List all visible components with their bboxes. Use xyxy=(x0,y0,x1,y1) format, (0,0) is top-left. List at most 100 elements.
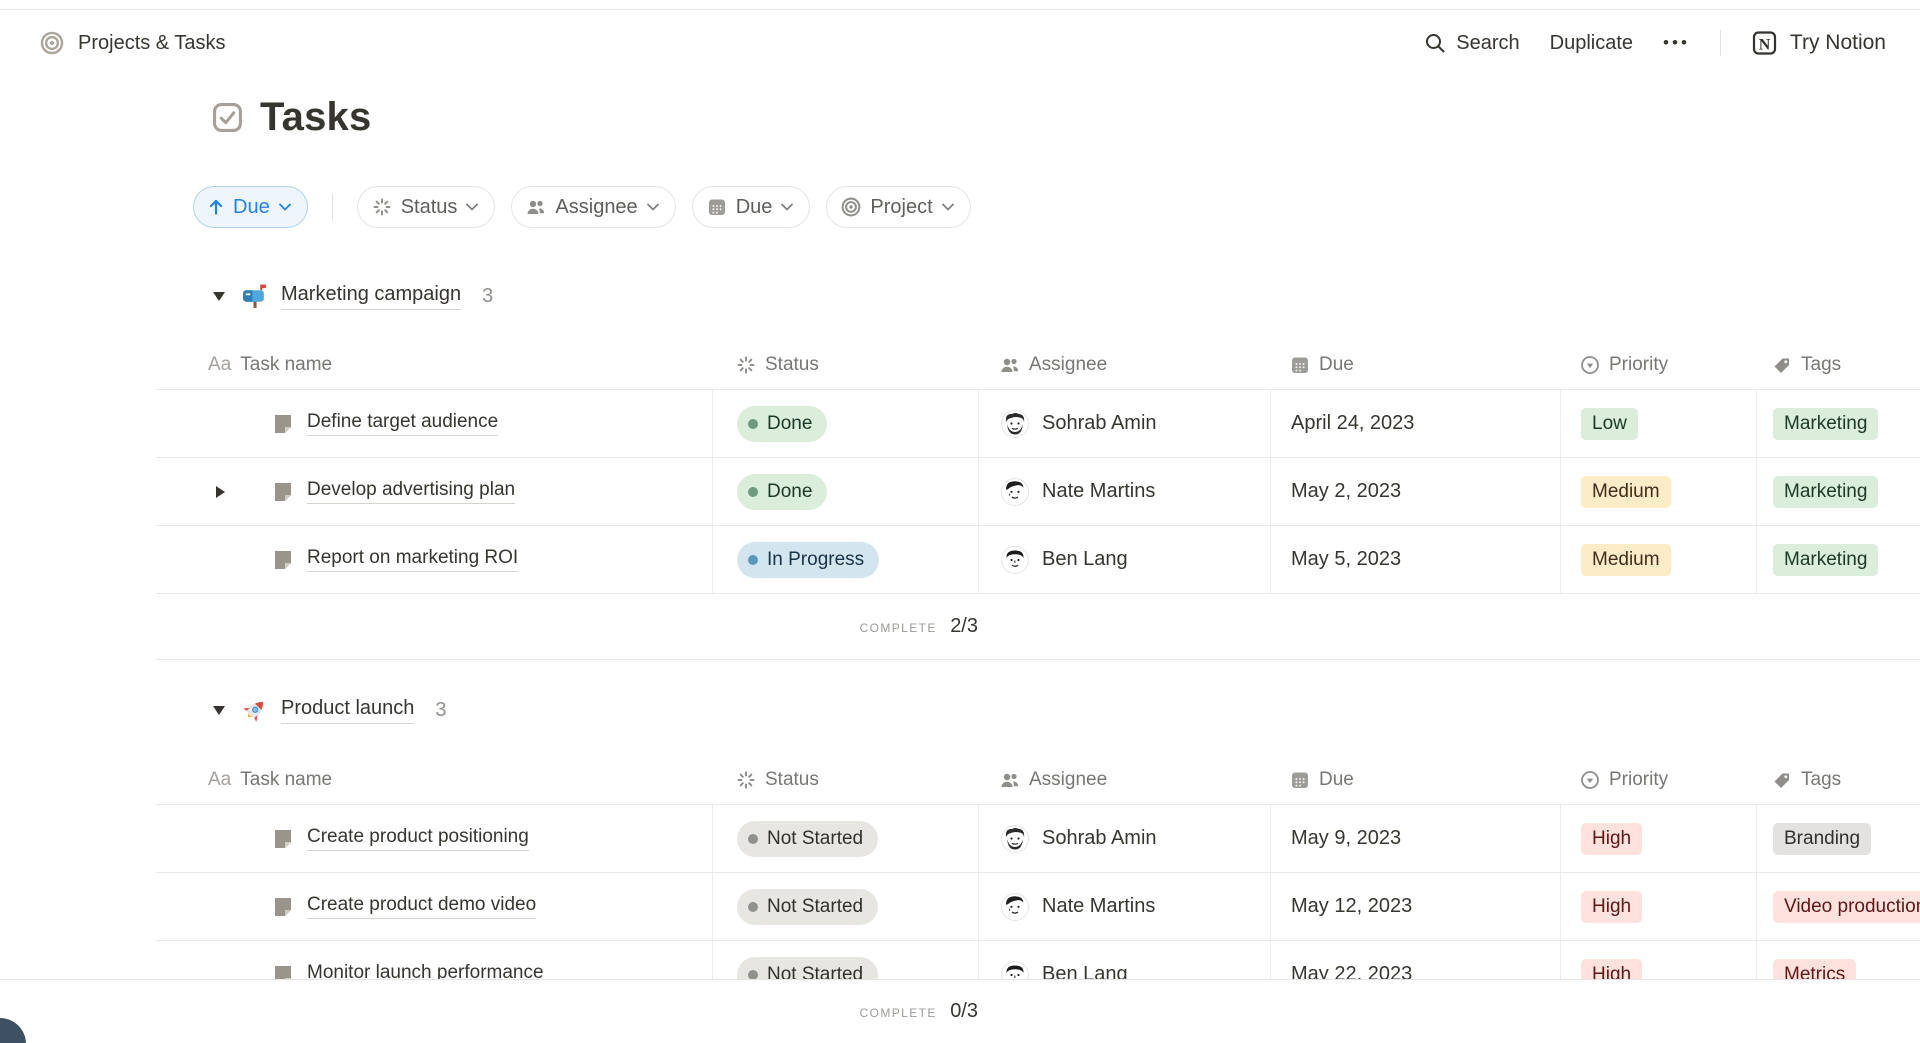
filter-assignee-pill[interactable]: Assignee xyxy=(511,186,675,228)
tag-icon xyxy=(1772,770,1792,790)
target-icon xyxy=(841,197,861,217)
table-row[interactable]: Define target audience Done Sohrab Amin … xyxy=(156,390,1920,458)
mailbox-emoji xyxy=(241,283,268,310)
toggle-down-icon[interactable] xyxy=(210,290,228,302)
text-property-icon: Aa xyxy=(208,769,231,791)
column-assignee[interactable]: Assignee xyxy=(1029,354,1107,376)
chevron-down-icon xyxy=(466,203,478,211)
filter-due-pill[interactable]: Due xyxy=(692,186,811,228)
status-label: Not Started xyxy=(767,896,863,918)
due-date[interactable]: May 12, 2023 xyxy=(1291,895,1412,918)
status-pill[interactable]: In Progress xyxy=(737,542,879,578)
priority-badge[interactable]: Low xyxy=(1581,408,1638,440)
filter-divider xyxy=(332,194,333,220)
people-icon xyxy=(1000,355,1020,375)
column-status[interactable]: Status xyxy=(765,354,819,376)
duplicate-button[interactable]: Duplicate xyxy=(1550,32,1633,55)
tag-badge[interactable]: Video production xyxy=(1773,891,1920,923)
tag-icon xyxy=(1772,355,1792,375)
complete-value: 2/3 xyxy=(950,615,978,637)
due-date[interactable]: May 9, 2023 xyxy=(1291,827,1401,850)
tag-badge[interactable]: Branding xyxy=(1773,823,1871,855)
status-icon xyxy=(736,770,756,790)
task-name-link[interactable]: Define target audience xyxy=(307,411,498,436)
calendar-icon xyxy=(1290,770,1310,790)
column-status[interactable]: Status xyxy=(765,769,819,791)
assignee-name[interactable]: Nate Martins xyxy=(1042,895,1155,918)
avatar xyxy=(1001,825,1029,853)
status-pill[interactable]: Done xyxy=(737,474,827,510)
column-priority[interactable]: Priority xyxy=(1609,769,1668,791)
column-task-name[interactable]: Task name xyxy=(240,354,332,376)
filter-project-pill[interactable]: Project xyxy=(826,186,970,228)
due-date[interactable]: May 2, 2023 xyxy=(1291,480,1401,503)
toggle-right-icon[interactable] xyxy=(214,485,226,499)
due-date[interactable]: April 24, 2023 xyxy=(1291,412,1414,435)
status-label: In Progress xyxy=(767,549,864,571)
sort-due-pill[interactable]: Due xyxy=(193,186,308,228)
status-icon xyxy=(736,355,756,375)
column-priority[interactable]: Priority xyxy=(1609,354,1668,376)
calendar-icon xyxy=(707,197,727,217)
assignee-name[interactable]: Sohrab Amin xyxy=(1042,827,1157,850)
status-dot xyxy=(748,487,758,497)
table-row[interactable]: Create product demo video Not Started Na… xyxy=(156,873,1920,941)
target-page-icon xyxy=(40,31,64,55)
filter-status-pill[interactable]: Status xyxy=(357,186,496,228)
rocket-emoji xyxy=(241,697,268,724)
page-title[interactable]: Tasks xyxy=(260,95,371,140)
more-menu-button[interactable]: ••• xyxy=(1663,33,1690,53)
priority-badge[interactable]: High xyxy=(1581,823,1642,855)
tag-badge[interactable]: Marketing xyxy=(1773,476,1878,508)
avatar xyxy=(1001,546,1029,574)
status-dot xyxy=(748,970,758,980)
assignee-name[interactable]: Sohrab Amin xyxy=(1042,412,1157,435)
table-row[interactable]: Create product positioning Not Started S… xyxy=(156,805,1920,873)
priority-badge[interactable]: High xyxy=(1581,891,1642,923)
table-row[interactable]: Report on marketing ROI In Progress Ben … xyxy=(156,526,1920,594)
group-title[interactable]: Marketing campaign xyxy=(281,283,461,310)
breadcrumb[interactable]: Projects & Tasks xyxy=(78,32,225,55)
checkbox-emoji-icon[interactable] xyxy=(212,102,243,133)
notion-logo-icon: N xyxy=(1751,29,1779,57)
task-name-link[interactable]: Create product demo video xyxy=(307,894,536,919)
column-tags[interactable]: Tags xyxy=(1801,769,1841,791)
status-pill[interactable]: Not Started xyxy=(737,821,878,857)
column-tags[interactable]: Tags xyxy=(1801,354,1841,376)
due-date[interactable]: May 5, 2023 xyxy=(1291,548,1401,571)
priority-badge[interactable]: Medium xyxy=(1581,476,1671,508)
priority-icon xyxy=(1580,355,1600,375)
table-row[interactable]: Develop advertising plan Done Nate Marti… xyxy=(156,458,1920,526)
status-label: Done xyxy=(767,481,812,503)
task-name-link[interactable]: Create product positioning xyxy=(307,826,529,851)
complete-label: COMPLETE xyxy=(860,621,937,635)
task-name-link[interactable]: Develop advertising plan xyxy=(307,479,515,504)
group-complete-row[interactable]: COMPLETE 0/3 xyxy=(0,979,1920,1043)
filter-status-label: Status xyxy=(401,196,458,219)
priority-badge[interactable]: Medium xyxy=(1581,544,1671,576)
column-task-name[interactable]: Task name xyxy=(240,769,332,791)
column-due[interactable]: Due xyxy=(1319,769,1354,791)
tag-badge[interactable]: Marketing xyxy=(1773,544,1878,576)
column-assignee[interactable]: Assignee xyxy=(1029,769,1107,791)
group-complete-row[interactable]: COMPLETE 2/3 xyxy=(156,594,1920,659)
filter-assignee-label: Assignee xyxy=(555,196,637,219)
status-pill[interactable]: Done xyxy=(737,406,827,442)
status-pill[interactable]: Not Started xyxy=(737,889,878,925)
search-icon xyxy=(1424,32,1446,54)
tag-badge[interactable]: Marketing xyxy=(1773,408,1878,440)
search-button[interactable]: Search xyxy=(1424,32,1519,55)
try-notion-label: Try Notion xyxy=(1790,31,1886,55)
try-notion-button[interactable]: N Try Notion xyxy=(1751,29,1886,57)
toggle-down-icon[interactable] xyxy=(210,704,228,716)
column-due[interactable]: Due xyxy=(1319,354,1354,376)
chevron-down-icon xyxy=(781,203,793,211)
avatar xyxy=(1001,410,1029,438)
task-name-link[interactable]: Report on marketing ROI xyxy=(307,547,518,572)
status-icon xyxy=(372,197,392,217)
assignee-name[interactable]: Ben Lang xyxy=(1042,548,1128,571)
assignee-name[interactable]: Nate Martins xyxy=(1042,480,1155,503)
page-icon xyxy=(272,896,294,918)
group-title[interactable]: Product launch xyxy=(281,697,414,724)
page-icon xyxy=(272,549,294,571)
